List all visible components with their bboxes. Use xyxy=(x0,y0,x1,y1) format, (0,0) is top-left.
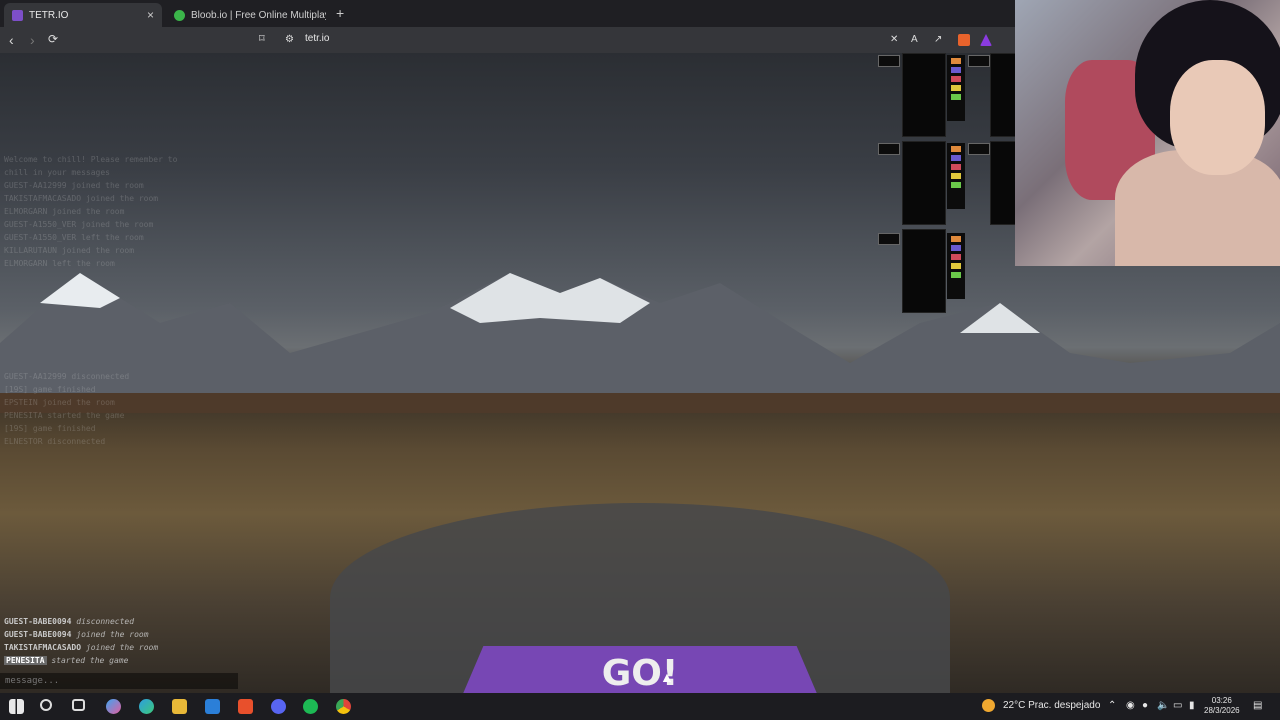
back-icon[interactable]: ‹ xyxy=(9,32,14,48)
notification-icon[interactable]: ▤ xyxy=(1253,700,1262,711)
search-icon[interactable] xyxy=(40,699,52,711)
opponent-board xyxy=(990,53,1016,137)
network-icon[interactable]: ◉ xyxy=(1126,700,1135,711)
chat-line: TAKISTAFMACASADO joined the room xyxy=(4,194,159,203)
tetrio-favicon-icon xyxy=(12,9,23,21)
opponent-board xyxy=(990,141,1016,225)
chrome-icon[interactable] xyxy=(336,699,351,714)
bookmark-icon[interactable]: ⌑ xyxy=(259,32,265,45)
chat-line: PENESITA started the game xyxy=(4,411,125,420)
opponent-next-queue xyxy=(947,55,965,121)
chat-line: EPSTEIN joined the room xyxy=(4,398,115,407)
share-icon[interactable]: ↗ xyxy=(934,34,942,45)
store-icon[interactable] xyxy=(205,699,220,714)
chat-username: GUEST-BABE0094 xyxy=(4,617,72,626)
chat-username: GUEST-BABE0094 xyxy=(4,630,72,639)
chat-event: joined the room xyxy=(76,630,149,639)
go-button[interactable]: GO! xyxy=(462,646,818,693)
system-clock[interactable]: 03:26 28/3/2026 xyxy=(1204,696,1240,716)
browser-toolbar: ‹ › ⟳ ⌑ ⚙ tetr.io ✕ A ↗ xyxy=(0,27,1015,53)
chevron-up-icon[interactable]: ⌃ xyxy=(1108,700,1116,711)
chat-line: GUEST-AA12999 joined the room xyxy=(4,181,144,190)
clock-date: 28/3/2026 xyxy=(1204,706,1240,715)
weather-text[interactable]: 22°C Prac. despejado xyxy=(1003,700,1100,711)
copilot-icon[interactable] xyxy=(106,699,121,714)
tab-tetrio[interactable]: TETR.IO × xyxy=(4,3,162,27)
mute-icon[interactable]: ✕ xyxy=(890,34,898,45)
volume-icon[interactable]: 🔈 xyxy=(1157,700,1169,711)
close-tab-icon[interactable]: × xyxy=(147,8,154,22)
chat-line: ELNESTOR disconnected xyxy=(4,437,106,446)
chat-event: disconnected xyxy=(76,617,135,626)
opponent-next-queue xyxy=(947,233,965,299)
chat-message-input[interactable] xyxy=(0,673,238,689)
reload-icon[interactable]: ⟳ xyxy=(48,32,58,46)
tab-label: Bloob.io | Free Online Multiplayer Ga xyxy=(191,9,326,21)
chat-line: KILLARUTAUN joined the room xyxy=(4,246,135,255)
tab-label: TETR.IO xyxy=(29,9,69,21)
bloobio-favicon-icon xyxy=(174,9,185,21)
chat-username: PENESITA xyxy=(4,656,47,665)
chat-username: TAKISTAFMACASADO xyxy=(4,643,82,652)
opponent-board xyxy=(902,229,946,313)
edge-icon[interactable] xyxy=(139,699,154,714)
windows-icon[interactable] xyxy=(9,699,24,714)
record-icon[interactable]: ● xyxy=(1142,700,1148,711)
opponent-board xyxy=(902,141,946,225)
battery-icon[interactable]: ▭ xyxy=(1173,700,1182,711)
chat-line: GUEST-BABE0094 disconnected xyxy=(4,615,244,628)
chat-line: ELMORGARN joined the room xyxy=(4,207,125,216)
chat-line: [19S] game finished xyxy=(4,385,96,394)
opponent-hold xyxy=(878,233,900,245)
chat-line: GUEST-AA12999 disconnected xyxy=(4,372,130,381)
chat-event: started the game xyxy=(51,656,129,665)
tab-bar: TETR.IO × Bloob.io | Free Online Multipl… xyxy=(0,0,1015,27)
forward-icon[interactable]: › xyxy=(30,32,35,48)
opponent-boards xyxy=(878,53,1018,323)
chat-line: TAKISTAFMACASADO joined the room xyxy=(4,641,244,654)
weather-icon xyxy=(982,699,995,712)
webcam-overlay xyxy=(1015,0,1280,266)
discord-icon[interactable] xyxy=(271,699,286,714)
new-tab-button[interactable]: + xyxy=(336,5,344,21)
chat-line: ELMORGARN left the room xyxy=(4,259,115,268)
mouse-cursor-icon: ▲ xyxy=(660,669,674,685)
file-explorer-icon[interactable] xyxy=(172,699,187,714)
microphone-icon[interactable]: ▮ xyxy=(1189,700,1195,711)
clock-time: 03:26 xyxy=(1211,696,1232,705)
opponent-hold xyxy=(878,55,900,67)
windows-taskbar: 22°C Prac. despejado ⌃ ◉ ● 🔈 ▭ ▮ 03:26 2… xyxy=(0,693,1280,720)
brave-icon[interactable] xyxy=(238,699,253,714)
chat-history-faded: Welcome to chill! Please remember to chi… xyxy=(4,153,244,448)
opponent-hold xyxy=(968,55,990,67)
site-info-icon[interactable]: ⚙ xyxy=(285,34,294,45)
chat-line: PENESITA started the game xyxy=(4,654,244,667)
chat-history: GUEST-BABE0094 disconnected GUEST-BABE00… xyxy=(4,615,244,667)
opponent-next-queue xyxy=(947,143,965,209)
chat-line: chill in your messages xyxy=(4,168,110,177)
webcam-person-face xyxy=(1170,60,1265,175)
spotify-icon[interactable] xyxy=(303,699,318,714)
chat-line: Welcome to chill! Please remember to xyxy=(4,155,178,164)
task-view-icon[interactable] xyxy=(72,699,85,711)
brave-rewards-icon[interactable] xyxy=(980,34,992,46)
brave-shields-icon[interactable] xyxy=(958,34,970,46)
chat-line: GUEST-A1550_VER left the room xyxy=(4,233,144,242)
chat-line: GUEST-A1550_VER joined the room xyxy=(4,220,154,229)
opponent-hold xyxy=(968,143,990,155)
chat-event: joined the room xyxy=(85,643,159,652)
chat-line: [19S] game finished xyxy=(4,424,96,433)
tab-bloobio[interactable]: Bloob.io | Free Online Multiplayer Ga xyxy=(166,3,334,27)
translate-icon[interactable]: A xyxy=(911,34,918,45)
chat-line: GUEST-BABE0094 joined the room xyxy=(4,628,244,641)
address-bar[interactable]: tetr.io xyxy=(305,33,329,44)
opponent-hold xyxy=(878,143,900,155)
opponent-board xyxy=(902,53,946,137)
